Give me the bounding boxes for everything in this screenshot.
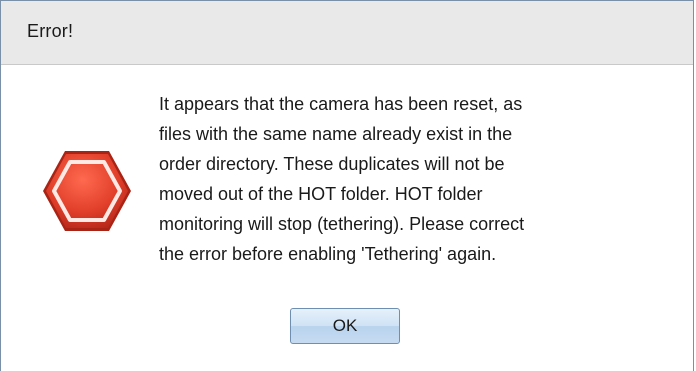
- error-message: It appears that the camera has been rese…: [159, 94, 525, 264]
- ok-button[interactable]: OK: [290, 308, 400, 344]
- error-octagon-icon: [41, 149, 133, 233]
- error-dialog: Error! It appears that the camera has be…: [0, 0, 694, 371]
- dialog-title: Error!: [27, 21, 74, 41]
- dialog-titlebar: Error!: [1, 1, 693, 65]
